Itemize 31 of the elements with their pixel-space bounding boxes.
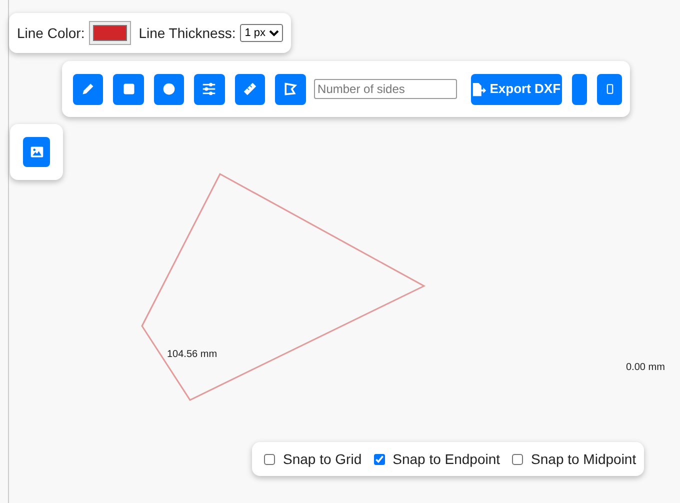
file-export-icon: [472, 82, 487, 96]
ruler-tool-button[interactable]: [234, 74, 266, 104]
line-thickness-select[interactable]: 1 px: [240, 24, 283, 42]
sides-field[interactable]: Number of sides: [314, 79, 457, 99]
line-color-picker[interactable]: [88, 21, 131, 45]
circle-tool-button[interactable]: [154, 74, 184, 104]
snap-label: Snap to Grid: [283, 450, 362, 469]
snap-label: Snap to Midpoint: [531, 450, 636, 469]
measurement-label: 0.00 mm: [626, 361, 665, 375]
circle-icon: [162, 82, 176, 96]
toolbar-button[interactable]: [572, 74, 588, 104]
export-button[interactable]: Export DXF: [470, 74, 562, 104]
measurement-label: 104.56 mm: [167, 348, 218, 362]
image-tool-button[interactable]: [23, 137, 50, 167]
polygon-tool-button[interactable]: [275, 74, 306, 104]
snap-checkbox[interactable]: [264, 454, 275, 464]
square-icon: [122, 82, 136, 96]
image-icon: [30, 145, 44, 159]
line-thickness-label: Line Thickness:: [138, 24, 236, 42]
pencil-icon: [81, 82, 96, 96]
ruler-icon: [242, 82, 257, 96]
snap-checkbox[interactable]: [512, 454, 524, 464]
sliders-icon: [202, 82, 216, 96]
polygon-icon: [283, 82, 298, 96]
snap-checkbox[interactable]: [374, 454, 385, 464]
toolbar-button[interactable]: [597, 74, 622, 104]
line-color-label: Line Color:: [17, 24, 85, 42]
pencil-tool-button[interactable]: [73, 74, 104, 104]
square-tool-button[interactable]: [113, 74, 144, 104]
sliders-tool-button[interactable]: [194, 74, 225, 104]
snap-label: Snap to Endpoint: [392, 450, 500, 469]
